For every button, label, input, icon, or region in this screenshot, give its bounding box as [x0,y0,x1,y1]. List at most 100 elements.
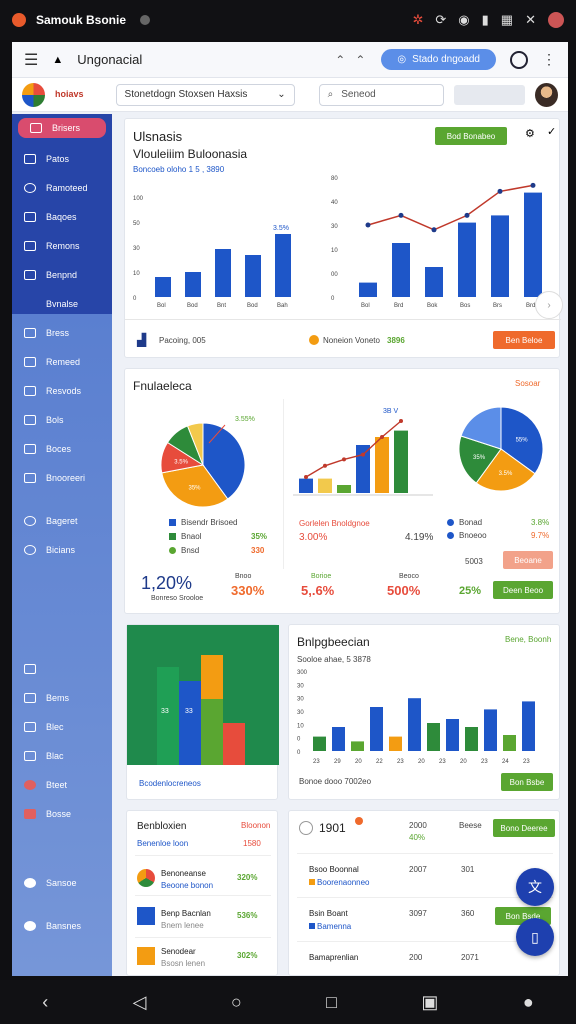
table-icon [24,385,36,396]
sidebar-item[interactable]: Benpnd [12,260,112,289]
grouped-bar-chart: 0 0 10 30 30 30 300 23 29 20 22 23 20 23 20 23 24 23 [297,670,535,765]
card-corner-label: Bene, Boonh [505,635,552,644]
x-tick-label: Brd [394,303,403,309]
sidebar-item[interactable]: Bicians [12,535,112,564]
footer-button[interactable]: Ben Beloe [493,331,555,349]
primary-button[interactable]: Deen Beoo [493,581,553,599]
settings-icon[interactable]: ⚙ [525,127,535,140]
sidebar-item[interactable]: Remons [12,231,112,260]
card-button[interactable]: Bon Bsbe [501,773,553,791]
next-arrow-icon[interactable]: › [535,291,563,319]
sidebar-item-label: Bvnalse [46,298,79,309]
sidebar-item[interactable]: Bansnes [12,911,112,940]
footer-mid-value: 3896 [387,336,405,345]
bar-segment [201,655,223,699]
table-action-button[interactable]: Bono Deeree [493,819,555,837]
secondary-button[interactable]: Beoane [503,551,553,569]
bar [155,277,171,297]
sidebar-item[interactable]: Sansoe [12,868,112,897]
legend-label: Bnsd [181,546,200,555]
header-action-label: Stado dngoadd [412,54,480,65]
footer-mid-label: Noneion Voneto [323,336,380,345]
sidebar-item[interactable] [12,654,112,683]
stat-value: 25% [459,585,482,597]
pin-icon [24,721,36,732]
fab-document-button[interactable]: ▯ [516,918,554,956]
card-title: Bnlpgbeecian [297,635,370,649]
legend-swatch [169,533,176,540]
legend-swatch [169,519,176,526]
sidebar-item[interactable]: Bnooreeri [12,463,112,492]
more-options-icon[interactable]: ⋮ [542,51,556,68]
sidebar-item[interactable]: Bols [12,405,112,434]
sidebar-item[interactable]: Blac [12,741,112,770]
circle-icon [24,182,36,193]
record-icon: ◉ [458,12,470,27]
legend-label: Bnoeoo [459,531,487,540]
sidebar-item[interactable]: Bteet [12,770,112,799]
stat-label: Bnoo [235,573,252,580]
legend-swatch [447,519,454,526]
sidebar-item-label: Benpnd [46,269,78,280]
sidebar-item[interactable]: Bageret [12,506,112,535]
slice-label: 55% [516,438,529,444]
list-item-sub: Bnem lenee [161,921,204,930]
search-input[interactable]: ⌕ Seneod [318,83,445,106]
doc-icon [24,356,36,367]
table-cell-name: Bamaprenlian [309,953,359,962]
card-caption: Boncoeb oloho 1 5 , 3890 [133,165,225,174]
table-cell-sub: Bamenna [317,922,352,931]
x-tick-label: 20 [460,759,467,765]
bar [370,707,383,751]
card-action-button[interactable]: Bod Bonabeo [435,127,507,145]
data-label: 3.55% [235,416,255,423]
x-tick-label: 22 [376,759,383,765]
bar [458,222,476,297]
screenshot-icon[interactable]: ▣ [421,992,438,1013]
disabled-button[interactable] [454,84,525,105]
sidebar-item[interactable]: Ramoteed [12,173,112,202]
header-action-button[interactable]: ◎ Stado dngoadd [381,49,496,70]
sidebar-item-label: Bteet [46,779,68,790]
sidebar-item[interactable]: Bress [12,318,112,347]
sidebar-item[interactable]: Patos [12,144,112,173]
status-bar: Samouk Bsonie ✲ ⟳ ◉ ▮ ▦ ✕ [0,0,576,40]
home-circle-icon[interactable]: ○ [231,992,242,1013]
bar [359,282,377,297]
chevron-up-icon[interactable]: ⌃ ⌃ [335,53,365,67]
y-tick-label: 30 [297,683,304,689]
sidebar-item[interactable]: Bosse [12,799,112,828]
x-tick-label: Bos [460,303,470,309]
profile-icon[interactable] [548,12,564,28]
recents-icon[interactable]: □ [326,992,337,1013]
chat-icon[interactable] [510,50,528,69]
card-footer-link[interactable]: Bcodenlocreneos [139,779,201,788]
data-label: 3B V [383,408,399,415]
hamburger-menu-icon[interactable]: ☰ [24,50,38,70]
home-icon[interactable]: ▲ [52,54,63,66]
line-point [365,222,371,228]
battery-icon: ▮ [481,12,489,27]
sidebar-item[interactable]: Blec [12,712,112,741]
bar [394,430,408,493]
close-icon[interactable]: ✕ [525,12,536,28]
fab-translate-button[interactable]: 文 [516,868,554,906]
avatar[interactable] [534,82,558,107]
sidebar-item[interactable]: Boces [12,434,112,463]
filter-select[interactable]: Stonetdogn Stoxsen Haxsis ⌄ [115,83,295,106]
bar [524,192,542,297]
back-icon[interactable]: ◁ [133,992,147,1013]
sidebar-item[interactable]: Baqoes [12,202,112,231]
check-icon[interactable]: ✓ [547,125,556,138]
dot-icon[interactable]: ● [523,992,534,1013]
inbox-icon [24,327,36,338]
sidebar-item[interactable]: Bvnalse [12,289,112,318]
status-app-title: Samouk Bsonie [36,13,127,27]
sidebar-item[interactable]: Resvods [12,376,112,405]
sidebar-item[interactable]: Bems [12,683,112,712]
search-icon: ⌕ [327,89,334,100]
back-chevron-icon[interactable]: ‹ [42,992,48,1013]
sidebar-item-active[interactable]: Brisers [18,118,106,138]
sidebar-item-label: Ramoteed [46,182,88,193]
sidebar-item[interactable]: Remeed [12,347,112,376]
